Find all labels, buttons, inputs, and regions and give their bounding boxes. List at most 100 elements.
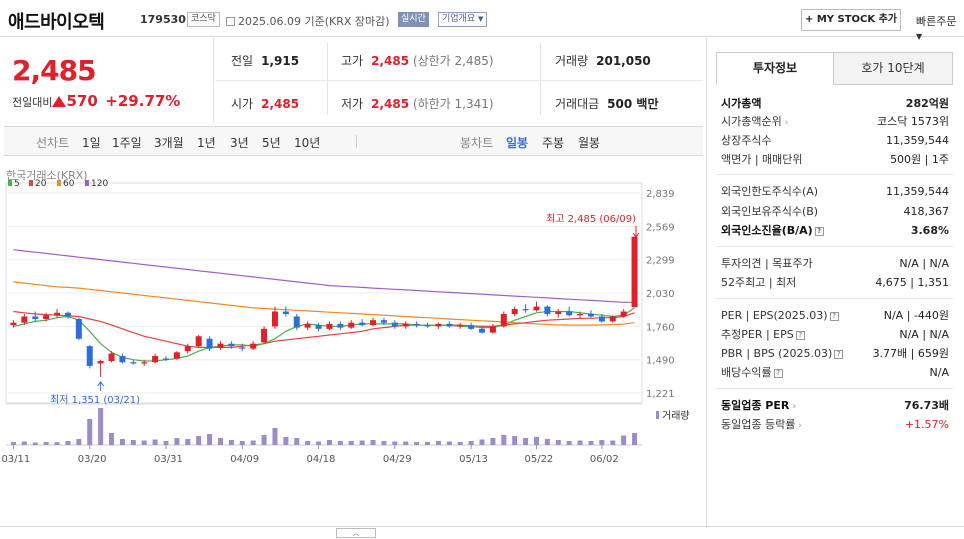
stat-sub: (하한가 1,341)	[412, 97, 494, 111]
help-icon[interactable]: ?	[829, 312, 839, 321]
period-1w[interactable]: 1주일	[112, 134, 142, 151]
volume-bar	[544, 439, 550, 445]
divider	[716, 298, 953, 299]
help-icon[interactable]: ?	[814, 227, 824, 236]
candle-body	[54, 312, 61, 316]
candle-body	[141, 362, 148, 364]
price-chart[interactable]: 2,839 2,569 2,299 2,030 1,760 1,490 1,221 5 20 60…	[0, 160, 703, 526]
candle-body	[239, 347, 246, 349]
my-stock-add-button[interactable]: + MY STOCK 추가	[801, 9, 901, 31]
volume-bar	[403, 441, 409, 445]
x-tick-label: 04/29	[383, 454, 412, 465]
info-value: 500원 | 1주	[890, 153, 949, 166]
volume-bar	[501, 435, 507, 445]
tab-investment-info[interactable]: 투자정보	[716, 52, 834, 85]
divider	[540, 43, 541, 115]
candle-body	[370, 320, 377, 326]
candle-body	[217, 343, 224, 348]
info-label: 상장주식수	[721, 134, 772, 147]
info-value: 282억원	[905, 97, 949, 110]
volume-bar	[381, 441, 387, 445]
chevron-right-icon: ›	[781, 118, 789, 128]
period-3m[interactable]: 3개월	[154, 134, 184, 151]
candle-chart-label[interactable]: 봉차트	[460, 134, 493, 151]
info-row: 시가총액 282억원	[721, 96, 949, 112]
candle-body	[359, 322, 366, 326]
candle-body	[631, 236, 638, 308]
info-label: PER | EPS(2025.03)	[721, 309, 828, 322]
date-basis: 2025.06.09 기준(KRX 장마감)	[226, 13, 390, 29]
candle-body	[130, 362, 137, 364]
company-overview-button[interactable]: 기업개요 ▼	[438, 12, 488, 27]
candle-body	[250, 343, 257, 349]
stock-code: 179530	[140, 13, 186, 26]
volume-bar	[76, 439, 82, 445]
line-chart-label[interactable]: 선차트	[36, 134, 69, 151]
help-icon[interactable]: ?	[834, 350, 844, 359]
chevron-up-icon[interactable]: ︿	[336, 528, 376, 538]
divider	[0, 526, 964, 527]
period-10y[interactable]: 10년	[294, 134, 320, 151]
volume-bar	[359, 440, 365, 445]
info-label: 외국인보유주식수(B)	[721, 205, 819, 218]
info-row: 상장주식수 11,359,544	[721, 133, 949, 149]
help-icon[interactable]: ?	[773, 369, 783, 378]
help-icon[interactable]: ?	[795, 331, 805, 340]
volume-bar	[610, 440, 616, 445]
candle-body	[587, 314, 594, 317]
candle-body	[544, 306, 551, 315]
basis-text: 기준(KRX 장마감)	[304, 15, 390, 28]
stat-high: 고가 2,485 (상한가 2,485)	[341, 52, 494, 69]
candle-body	[577, 314, 584, 316]
y-tick-label: 1,221	[646, 389, 675, 400]
volume-bar	[272, 428, 278, 445]
change-percent: +29.77%	[105, 92, 181, 110]
info-row[interactable]: 시가총액순위 › 코스닥 1573위	[721, 114, 949, 130]
volume-bar	[109, 433, 115, 445]
price-summary: 2,485 전일대비 570 +29.77%	[4, 38, 214, 123]
legend-swatch	[85, 180, 89, 186]
info-row: 추정PER | EPS? N/A | N/A	[721, 327, 949, 343]
candle-weekly[interactable]: 주봉	[542, 134, 564, 151]
candle-body	[195, 336, 202, 347]
info-row[interactable]: 동일업종 등락률 › +1.57%	[721, 417, 949, 433]
legend-label: 120	[91, 179, 108, 189]
current-price: 2,485	[12, 54, 97, 87]
divider	[716, 174, 953, 175]
candle-monthly[interactable]: 월봉	[578, 134, 600, 151]
moving-average-line	[13, 307, 635, 362]
stat-value: 500 백만	[607, 97, 659, 111]
candle-daily[interactable]: 일봉	[506, 134, 528, 151]
change-label: 전일대비	[12, 96, 53, 109]
candle-body	[511, 309, 518, 315]
info-label: 외국인소진율(B/A)	[721, 224, 813, 237]
info-label: 52주최고 | 최저	[721, 276, 797, 289]
candle-body	[21, 316, 28, 323]
info-label: 외국인한도주식수(A)	[721, 185, 819, 198]
info-row: 외국인보유주식수(B) 418,367	[721, 204, 949, 220]
info-label: 시가총액순위	[721, 115, 782, 128]
period-3y[interactable]: 3년	[230, 134, 249, 151]
volume-bar	[370, 440, 376, 445]
candle-body	[228, 343, 235, 347]
moving-average-line	[13, 310, 635, 348]
volume-bar	[43, 442, 49, 445]
candle-body	[75, 318, 82, 339]
high-annotation: 최고 2,485 (06/09)	[546, 213, 636, 225]
tab-order-book[interactable]: 호가 10단계	[833, 52, 953, 85]
candle-body	[598, 316, 605, 322]
period-1y[interactable]: 1년	[197, 134, 216, 151]
volume-bar	[32, 442, 38, 445]
candle-body	[609, 316, 616, 322]
realtime-badge[interactable]: 실시간	[398, 12, 429, 27]
stock-header: 애드바이오텍 179530 코스닥 2025.06.09 기준(KRX 장마감)…	[0, 0, 964, 41]
candle-body	[97, 360, 104, 364]
volume-bar	[621, 435, 627, 445]
info-label: 액면가 | 매매단위	[721, 153, 803, 166]
period-1d[interactable]: 1일	[82, 134, 101, 151]
period-5y[interactable]: 5년	[262, 134, 281, 151]
volume-bar	[87, 419, 93, 445]
volume-bar	[65, 441, 71, 445]
candle-body	[457, 325, 464, 327]
info-row[interactable]: 동일업종 PER › 76.73배	[721, 398, 949, 414]
